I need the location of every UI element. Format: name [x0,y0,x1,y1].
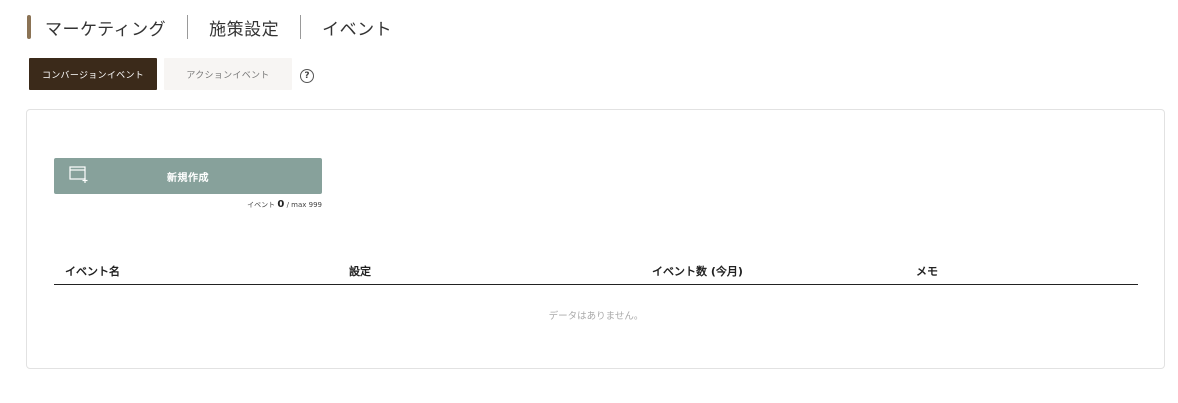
event-count-prefix: イベント [247,201,276,209]
events-table: イベント名 設定 イベント数 (今月) メモ データはありません。 [54,260,1138,322]
breadcrumb-separator [187,15,189,39]
breadcrumb-item-measures[interactable]: 施策設定 [209,15,279,40]
events-card: 新規作成 イベント 0 / max 999 イベント名 設定 イベント数 (今月… [26,109,1165,369]
breadcrumb: マーケティング 施策設定 イベント [27,14,392,40]
column-header-memo: メモ [916,265,938,278]
event-type-tabs: コンバージョンイベント アクションイベント ? [29,58,314,90]
tab-action-events[interactable]: アクションイベント [164,58,292,90]
breadcrumb-item-events: イベント [322,19,393,40]
event-count-current: 0 [277,199,285,210]
breadcrumb-item-marketing[interactable]: マーケティング [45,15,166,40]
column-header-settings: 設定 [349,265,371,278]
create-new-label: 新規作成 [167,172,209,184]
add-window-icon [69,166,89,188]
column-header-event-count: イベント数 (今月) [652,265,743,278]
breadcrumb-marker [27,15,31,39]
column-header-event-name: イベント名 [65,265,120,278]
help-icon[interactable]: ? [300,69,314,83]
breadcrumb-separator [300,15,302,39]
event-count: イベント 0 / max 999 [54,199,322,210]
empty-state-message: データはありません。 [548,311,644,322]
table-header: イベント名 設定 イベント数 (今月) メモ [54,260,1138,285]
create-new-button[interactable]: 新規作成 [54,158,322,194]
event-count-max: / max 999 [286,201,322,209]
tab-conversion-events[interactable]: コンバージョンイベント [29,58,157,90]
